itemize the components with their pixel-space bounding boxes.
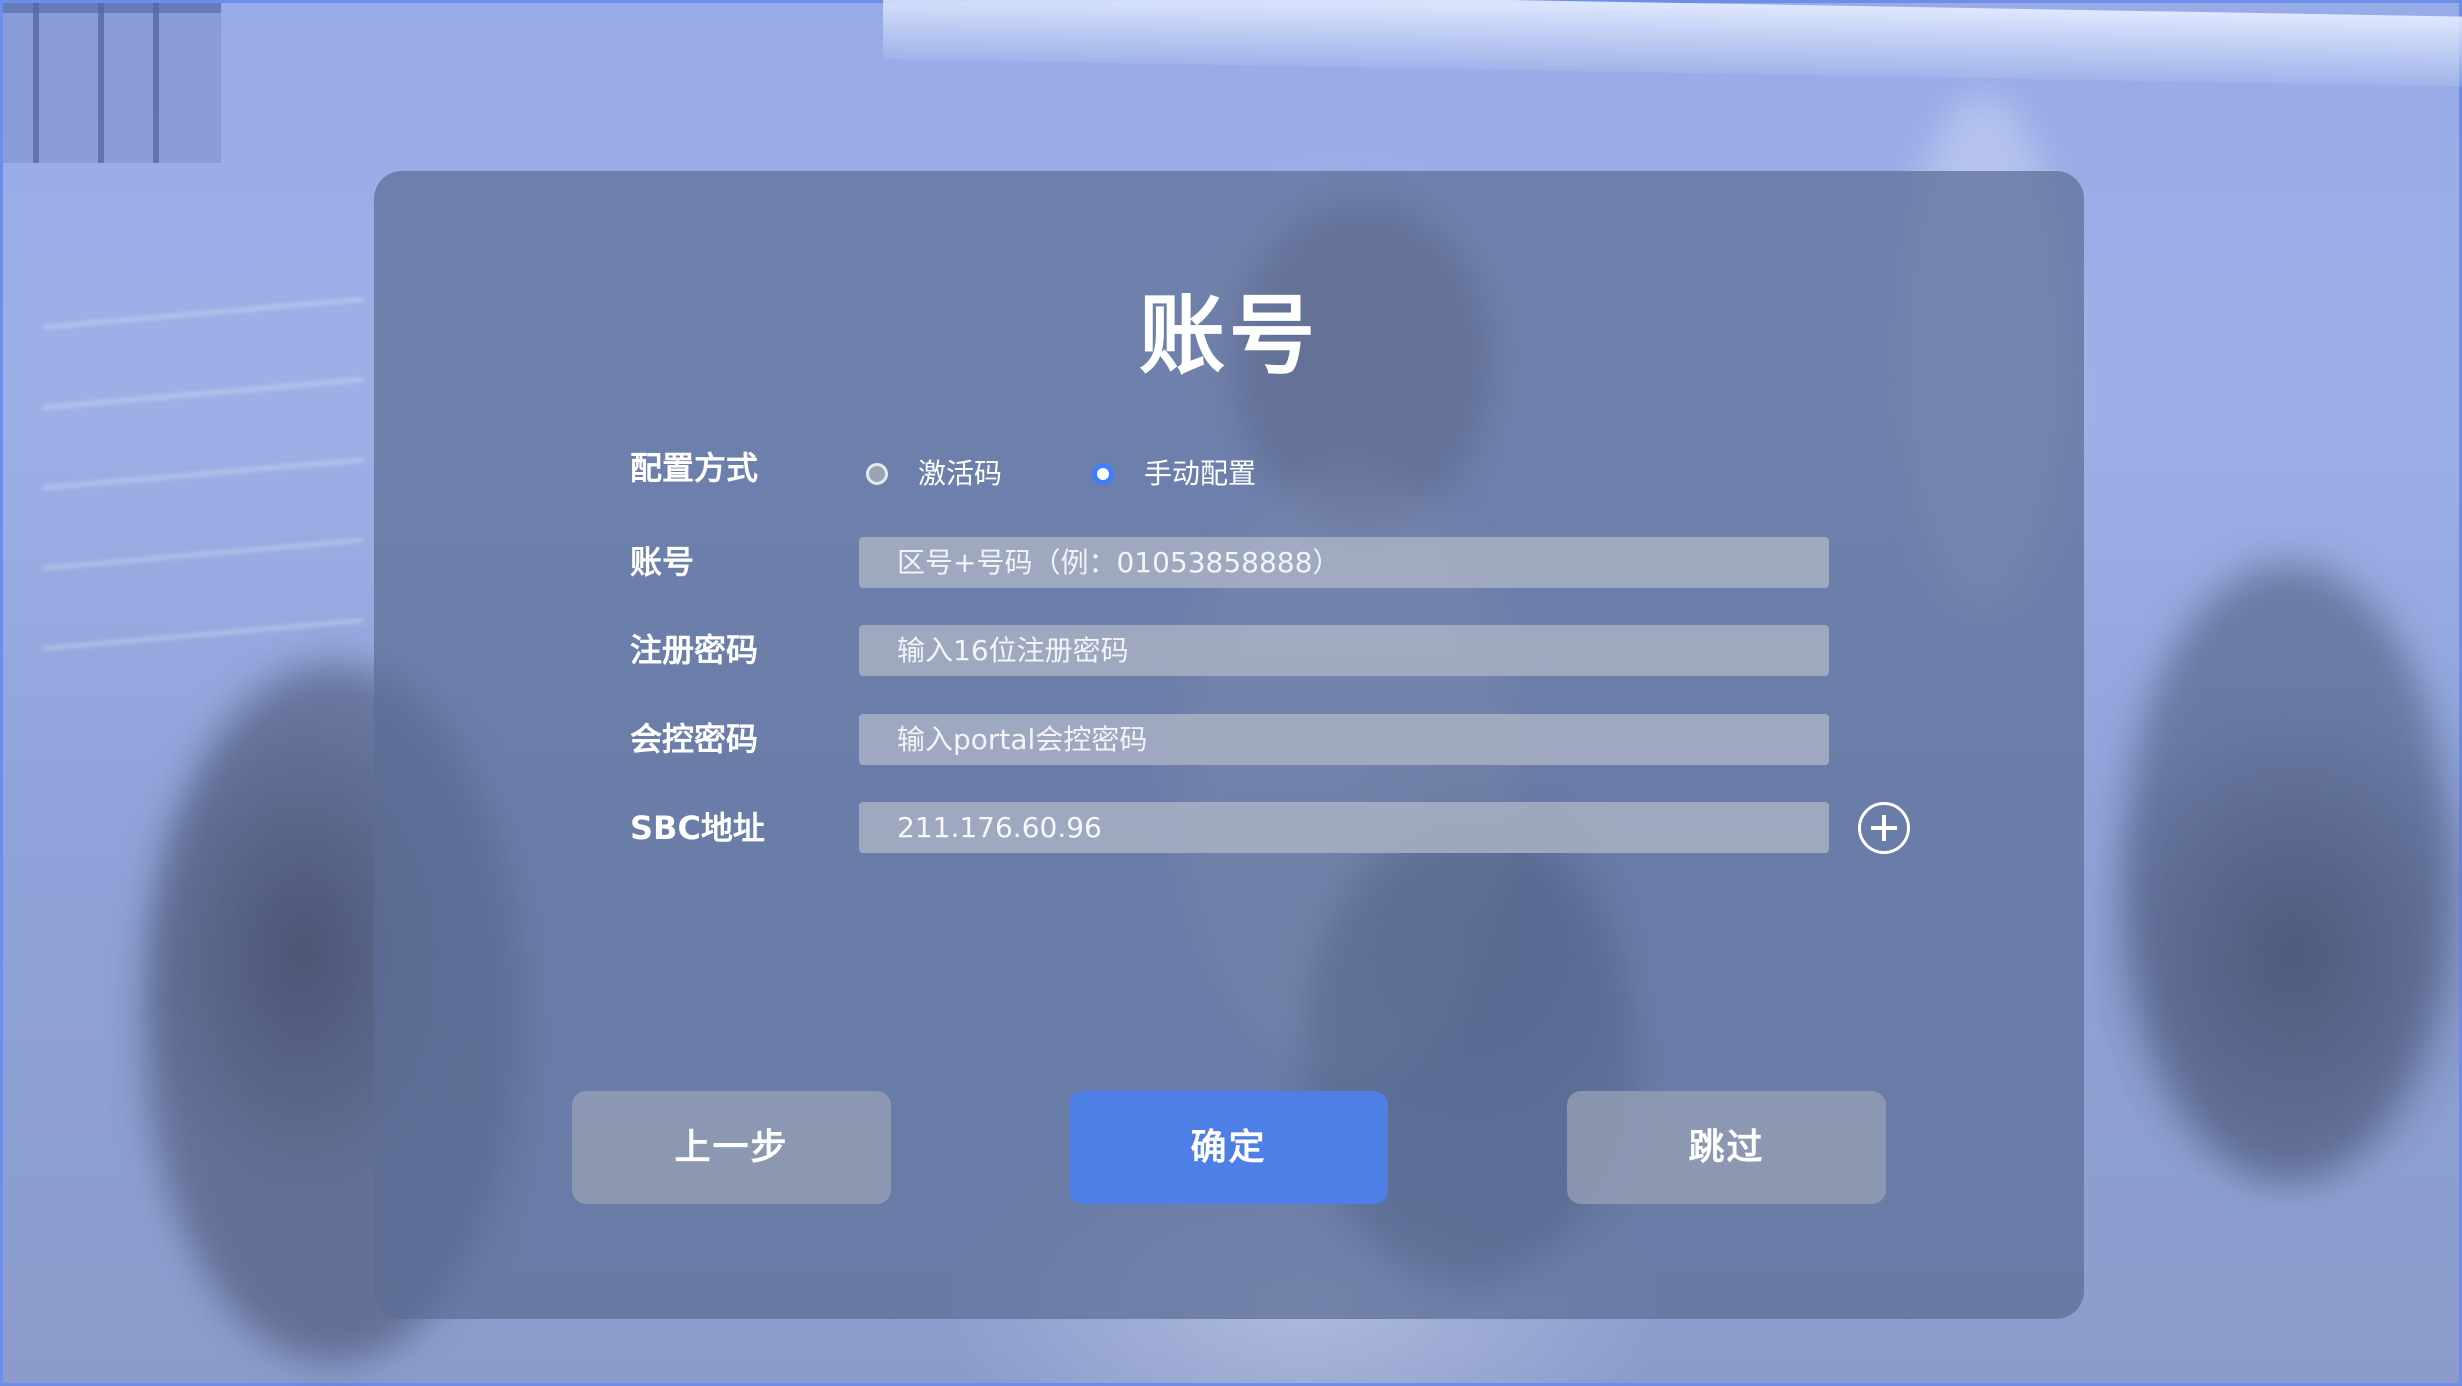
control-password-label: 会控密码 bbox=[630, 720, 759, 758]
sbc-address-label: SBC地址 bbox=[630, 809, 765, 847]
radio-activation-code[interactable]: 激活码 bbox=[866, 454, 1002, 494]
background-chalkboard-writing bbox=[43, 263, 363, 683]
confirm-button[interactable]: 确定 bbox=[1069, 1091, 1388, 1204]
account-label: 账号 bbox=[630, 543, 695, 581]
account-config-dialog: 账号 配置方式 激活码 手动配置 账号 区号+号码（例：01053858888）… bbox=[374, 171, 2084, 1319]
dialog-title: 账号 bbox=[1139, 286, 1319, 386]
background-window-frame bbox=[3, 3, 221, 163]
prev-step-button[interactable]: 上一步 bbox=[572, 1091, 891, 1204]
skip-button[interactable]: 跳过 bbox=[1567, 1091, 1886, 1204]
control-password-input[interactable]: 输入portal会控密码 bbox=[859, 714, 1829, 765]
plus-circle-icon[interactable] bbox=[1858, 802, 1910, 854]
radio-unselected-icon bbox=[866, 463, 888, 485]
background-student-right bbox=[2123, 563, 2453, 1183]
radio-selected-icon bbox=[1092, 463, 1114, 485]
radio-activation-code-label: 激活码 bbox=[918, 457, 1003, 490]
register-password-label: 注册密码 bbox=[630, 631, 759, 669]
radio-manual-config-label: 手动配置 bbox=[1144, 457, 1257, 490]
account-input[interactable]: 区号+号码（例：01053858888） bbox=[859, 537, 1829, 588]
config-method-label: 配置方式 bbox=[630, 449, 759, 487]
radio-manual-config[interactable]: 手动配置 bbox=[1092, 454, 1256, 494]
background-ceiling-light bbox=[883, 0, 2462, 87]
sbc-address-input[interactable]: 211.176.60.96 bbox=[859, 802, 1829, 853]
register-password-input[interactable]: 输入16位注册密码 bbox=[859, 625, 1829, 676]
